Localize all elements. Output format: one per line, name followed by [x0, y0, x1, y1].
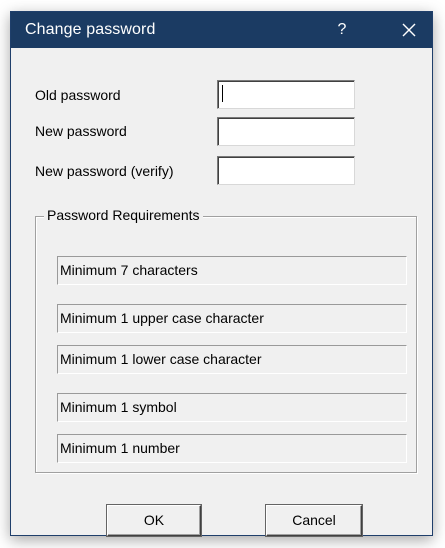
verify-password-field[interactable]: [217, 156, 355, 185]
ok-button[interactable]: OK: [107, 505, 201, 536]
requirement-item: Minimum 1 lower case character: [57, 345, 407, 374]
password-requirements-legend: Password Requirements: [44, 207, 203, 223]
title-bar[interactable]: Change password ?: [11, 12, 432, 48]
close-icon: [402, 23, 416, 37]
old-password-field[interactable]: [217, 80, 355, 109]
requirement-item: Minimum 1 symbol: [57, 393, 407, 422]
new-password-label: New password: [35, 123, 127, 139]
old-password-label: Old password: [35, 87, 121, 103]
new-password-field[interactable]: [217, 117, 355, 146]
change-password-dialog: Change password ? Old password New passw…: [10, 11, 433, 536]
dialog-title: Change password: [25, 21, 156, 38]
requirement-item: Minimum 7 characters: [57, 256, 407, 285]
requirement-item: Minimum 1 upper case character: [57, 304, 407, 333]
verify-password-label: New password (verify): [35, 163, 174, 179]
requirement-item: Minimum 1 number: [57, 434, 407, 463]
text-caret: [222, 85, 223, 102]
close-button[interactable]: [394, 12, 424, 48]
cancel-button[interactable]: Cancel: [266, 505, 362, 536]
help-button[interactable]: ?: [329, 12, 355, 48]
